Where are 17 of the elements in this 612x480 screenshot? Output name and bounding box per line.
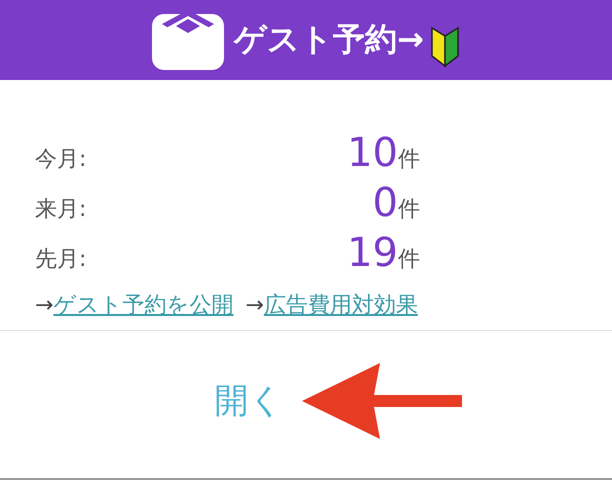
open-button[interactable]: 開く xyxy=(210,374,288,428)
beginner-mark-icon xyxy=(430,26,460,68)
arrow-text: → xyxy=(245,293,264,318)
stat-unit: 件 xyxy=(398,246,420,274)
stat-value: 10 xyxy=(346,130,398,176)
pointer-arrow-icon xyxy=(302,363,462,439)
stat-label: 先月: xyxy=(35,246,88,274)
stat-unit: 件 xyxy=(398,196,420,224)
stat-unit: 件 xyxy=(398,146,420,174)
stat-label: 今月: xyxy=(35,146,88,174)
stat-label: 来月: xyxy=(35,196,88,224)
arrow-text: → xyxy=(35,293,54,318)
stat-value: 0 xyxy=(372,180,398,226)
text-link[interactable]: ゲスト予約を公開 xyxy=(53,290,234,320)
header-title: ゲスト予約→ xyxy=(234,19,424,60)
stat-value: 19 xyxy=(346,230,398,276)
text-link[interactable]: 広告費用対効果 xyxy=(264,290,418,320)
